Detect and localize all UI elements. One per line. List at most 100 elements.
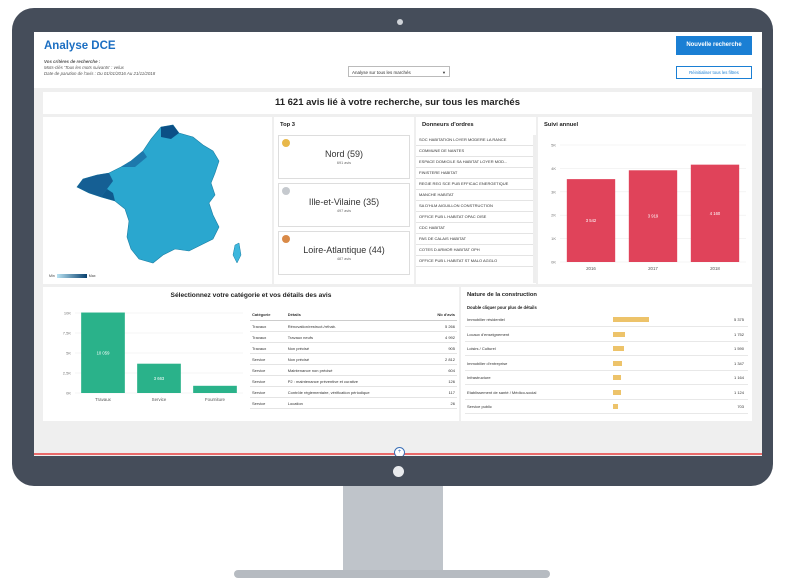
table-row[interactable]: Travaux Travaux neufs 4 992 xyxy=(250,331,457,343)
donneur-item[interactable]: OFFICE PUB L HABITAT OPAC OISE xyxy=(416,212,533,223)
criteria-dates: Date de parution de l'avis : Du 01/01/20… xyxy=(44,71,156,76)
chevron-down-icon: ▼ xyxy=(442,70,446,75)
nature-bar xyxy=(613,346,624,351)
nature-value: 1 164 xyxy=(733,375,744,380)
x-tick-label: 2017 xyxy=(648,266,658,271)
donneur-item[interactable]: OFFICE PUB L HABITAT ST MALO AGGLO xyxy=(416,256,533,267)
results-banner: 11 621 avis lié à votre recherche, sur t… xyxy=(43,92,752,114)
count-cell: 126 xyxy=(422,375,457,387)
count-cell: 117 xyxy=(422,386,457,398)
y-tick-label: 7,5K xyxy=(63,331,72,336)
donneur-item[interactable]: SOC HABITATION LOYER MODERE LA RANCE xyxy=(416,135,533,146)
category-cell: Service xyxy=(250,353,286,365)
data-label: 3 919 xyxy=(648,214,659,219)
count-cell: 5 266 xyxy=(422,320,457,332)
power-button xyxy=(393,466,404,477)
nature-value: 1 347 xyxy=(733,360,744,366)
detail-cell: Non précisé xyxy=(285,342,423,354)
nature-row[interactable]: Infrastructure 1 164 xyxy=(465,372,748,385)
column-header[interactable]: Nb d'avis xyxy=(422,308,457,321)
nature-row[interactable]: Etablissement de santé / Médico-social 1 … xyxy=(465,387,748,400)
table-row[interactable]: Service Non précisé 2 812 xyxy=(250,353,457,365)
screen: Analyse DCE Vos critères de recherche : … xyxy=(34,32,762,456)
top3-title: Top 3 xyxy=(280,122,296,128)
category-cell: Travaux xyxy=(250,320,286,332)
nature-bar xyxy=(613,389,621,395)
donneurs-panel: Donneurs d'ordres SOC HABITATION LOYER M… xyxy=(416,117,536,284)
y-tick-label: 4K xyxy=(551,166,556,171)
table-row[interactable]: Service Maintenance non précisé 604 xyxy=(250,364,457,376)
top3-panel: Top 3 Nord (59) 691 avis Ille-et-Vilaine… xyxy=(274,117,414,284)
bar[interactable] xyxy=(193,385,237,393)
nature-label: Loisirs / Culturel xyxy=(467,346,496,351)
category-cell: Service xyxy=(250,364,286,376)
silver-medal-icon xyxy=(282,187,290,195)
detail-cell: Travaux neufs xyxy=(285,331,423,343)
column-header[interactable]: Catégorie xyxy=(250,308,286,321)
market-select[interactable]: Analyse sur tous les marchés ▼ xyxy=(348,66,450,77)
table-row[interactable]: Service Contrôle réglementaire, vérificat… xyxy=(250,386,457,398)
corsica-shape[interactable] xyxy=(232,242,242,264)
header: Analyse DCE Vos critères de recherche : … xyxy=(34,32,762,88)
nature-row[interactable]: Locaux d'enseignement 1 752 xyxy=(465,329,748,342)
monitor-stand xyxy=(343,486,443,572)
donneur-item[interactable]: ESPACE DOMICILE SA HABITAT LOYER MOD... xyxy=(416,157,533,168)
donneur-item[interactable]: PAS DE CALAIS HABITAT xyxy=(416,234,533,245)
top3-card[interactable]: Loire-Atlantique (44) 487 avis xyxy=(278,231,410,275)
france-map[interactable] xyxy=(43,117,272,272)
count-cell: 26 xyxy=(422,397,457,409)
nature-row[interactable]: Immobilier résidentiel 5 375 xyxy=(465,314,748,327)
donneur-item[interactable]: CDC HABITAT xyxy=(416,223,533,234)
nature-bar xyxy=(613,404,618,409)
nature-panel: Nature de la construction Double cliquer… xyxy=(461,287,752,421)
donneur-item[interactable]: MANCHE HABITAT xyxy=(416,190,533,201)
detail-cell: Non précisé xyxy=(285,353,423,365)
y-tick-label: 3K xyxy=(551,189,556,194)
table-row[interactable]: Service P2 : maintenance préventive et cu… xyxy=(250,375,457,387)
bronze-medal-icon xyxy=(282,235,290,243)
nature-subtitle: Double cliquer pour plus de détails xyxy=(467,305,537,310)
top3-card[interactable]: Nord (59) 691 avis xyxy=(278,135,410,179)
x-tick-label: Fourniture xyxy=(205,397,226,402)
nature-label: Service public xyxy=(467,404,492,409)
x-tick-label: 2016 xyxy=(586,266,596,271)
nature-title: Nature de la construction xyxy=(467,292,537,298)
new-search-button[interactable]: Nouvelle recherche xyxy=(676,36,752,55)
legend-gradient xyxy=(56,274,87,279)
y-tick-label: 5K xyxy=(551,143,556,148)
suivi-title: Suivi annuel xyxy=(544,122,579,128)
nature-row[interactable]: Loisirs / Culturel 1 590 xyxy=(465,343,748,356)
reset-filters-button[interactable]: Réinitialiser tous les filtres xyxy=(676,66,752,79)
y-tick-label: 2,5K xyxy=(63,371,72,376)
categories-panel: Sélectionnez votre catégorie et vos déta… xyxy=(43,287,459,421)
table-row[interactable]: Travaux Non précisé 905 xyxy=(250,342,457,354)
nature-label: Immobilier d'entreprise xyxy=(467,360,508,366)
count-cell: 604 xyxy=(422,364,457,376)
nature-label: Locaux d'enseignement xyxy=(467,331,510,337)
nature-row[interactable]: Immobilier d'entreprise 1 347 xyxy=(465,358,748,371)
donneur-item[interactable]: COMMUNE DE NANTES xyxy=(416,146,533,157)
category-cell: Service xyxy=(250,386,286,398)
scrollbar[interactable] xyxy=(533,135,536,283)
column-header[interactable]: Détails xyxy=(285,308,423,321)
nature-label: Immobilier résidentiel xyxy=(467,317,505,322)
nature-value: 1 124 xyxy=(733,389,744,395)
top3-name: Nord (59) xyxy=(324,149,363,159)
nature-bar xyxy=(613,317,649,322)
detail-cell: Location xyxy=(285,397,423,409)
donneur-item[interactable]: REGIE REG SCE PUB EFFICAC ENERGETIQUE xyxy=(416,179,533,190)
data-label: 3 663 xyxy=(154,376,165,381)
map-legend: Min Max xyxy=(49,274,96,279)
top3-card[interactable]: Ille-et-Vilaine (35) 497 avis xyxy=(278,183,410,227)
nature-row[interactable]: Service public 703 xyxy=(465,401,748,414)
x-tick-label: Travaux xyxy=(95,397,112,402)
y-tick-label: 0K xyxy=(551,260,556,265)
donneur-item[interactable]: SA D'HLM AIGUILLON CONSTRUCTION xyxy=(416,201,533,212)
data-label: 4 160 xyxy=(710,211,721,216)
expand-icon[interactable]: + xyxy=(394,447,405,456)
donneur-item[interactable]: FINISTERE HABITAT xyxy=(416,168,533,179)
donneur-item[interactable]: COTES D ARMOR HABITAT OPH xyxy=(416,245,533,256)
table-row[interactable]: Service Location 26 xyxy=(250,397,457,409)
gold-medal-icon xyxy=(282,139,290,147)
table-row[interactable]: Travaux Rénovation/restruct./réhab. 5 266 xyxy=(250,320,457,332)
